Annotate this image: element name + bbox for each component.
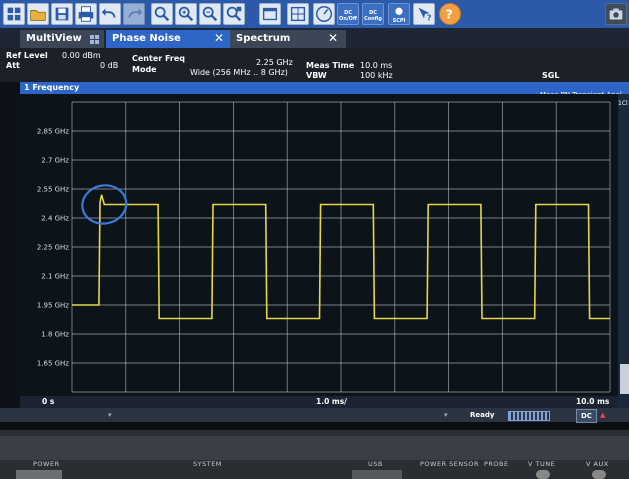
help-pointer-icon[interactable]: ? (413, 3, 435, 25)
ref-level-label: Ref Level (6, 51, 48, 60)
measurement-info-bar: Ref Level 0.00 dBm Att 0 dB Center Freq … (0, 48, 629, 82)
dc-config-icon[interactable]: DC Config (362, 3, 384, 25)
y-tick-label: 2.1 GHz (41, 273, 69, 281)
mode-label: Mode (132, 65, 157, 74)
trace-marker: 1Cl (618, 100, 628, 107)
close-icon[interactable]: ✕ (212, 31, 226, 45)
measure-icon[interactable] (313, 3, 335, 25)
v-tune-connector (536, 470, 550, 479)
usb-ports (352, 470, 402, 479)
undo-icon[interactable] (99, 3, 121, 25)
center-freq-value: 2.25 GHz (256, 58, 293, 67)
print-icon[interactable] (75, 3, 97, 25)
dc-badge: DC (576, 409, 597, 423)
power-sensor-label: POWER SENSOR (420, 460, 480, 468)
close-icon[interactable]: ✕ (326, 31, 340, 45)
frequency-plot[interactable]: 2.85 GHz 2.7 GHz 2.55 GHz 2.4 GHz 2.25 GHz 2.… (20, 94, 618, 408)
tab-label: Spectrum (236, 33, 291, 44)
help-icon[interactable]: ? (439, 3, 461, 25)
tab-label: MultiView (26, 33, 82, 44)
probe-label: PROBE (484, 460, 509, 468)
y-tick-label: 1.8 GHz (41, 331, 69, 339)
usb-label: USB (368, 460, 383, 468)
zoom-icon[interactable] (151, 3, 173, 25)
scpi-icon[interactable]: SCPI (388, 3, 410, 25)
maximize-icon[interactable] (259, 3, 281, 25)
save-icon[interactable] (51, 3, 73, 25)
y-tick-label: 1.65 GHz (37, 360, 69, 368)
toolbar: DC On/Off DC Config SCPI ? ? (0, 0, 629, 28)
x-axis-division: 1.0 ms/ (316, 397, 347, 406)
bezel-panel (0, 436, 629, 460)
redo-icon[interactable] (123, 3, 145, 25)
dc-onoff-icon[interactable]: DC On/Off (337, 3, 359, 25)
y-tick-label: 1.95 GHz (37, 302, 69, 310)
y-tick-label: 2.7 GHz (41, 157, 69, 165)
v-aux-label: V AUX (586, 460, 609, 468)
tab-row: MultiView Phase Noise ✕ Spectrum ✕ (0, 28, 629, 48)
v-tune-label: V TUNE (528, 460, 556, 468)
warning-icon: ▲ (600, 411, 606, 419)
x-axis-stop: 10.0 ms (576, 397, 610, 406)
y-tick-label: 2.85 GHz (37, 128, 69, 136)
y-tick-label: 2.25 GHz (37, 244, 69, 252)
att-value: 0 dB (100, 61, 119, 70)
y-tick-label: 2.4 GHz (41, 215, 69, 223)
svg-text:?: ? (445, 7, 452, 22)
meas-time-value: 10.0 ms (360, 61, 393, 70)
status-bar: ▾ ▾ Ready DC ▲ (0, 408, 629, 423)
system-label: SYSTEM (193, 460, 222, 468)
x-axis-start: 0 s (42, 397, 55, 406)
multi-zoom-icon[interactable] (175, 3, 197, 25)
status-ready: Ready (470, 411, 495, 419)
window-title: 1 Frequency (24, 83, 80, 92)
x-axis-bar: 0 s 1.0 ms/ 10.0 ms (20, 396, 618, 408)
zoom-out-icon[interactable] (199, 3, 221, 25)
window-layout-icon[interactable] (287, 3, 309, 25)
ref-level-value: 0.00 dBm (62, 51, 101, 60)
meas-time-label: Meas Time (306, 61, 355, 70)
center-freq-label: Center Freq (132, 54, 186, 63)
chevron-down-icon[interactable]: ▾ (444, 408, 448, 422)
att-label: Att (6, 61, 20, 70)
instrument-screen: DC On/Off DC Config SCPI ? ? MultiView Pha… (0, 0, 629, 430)
window-header[interactable]: 1 Frequency Meas PN Transient Anal (20, 82, 629, 99)
power-button[interactable] (16, 470, 62, 479)
y-tick-label: 2.55 GHz (37, 186, 69, 194)
vbw-label: VBW (306, 71, 327, 80)
sgl-label: SGL (542, 71, 560, 80)
left-margin (0, 82, 20, 412)
open-folder-icon[interactable] (27, 3, 49, 25)
tab-multiview[interactable]: MultiView (20, 30, 104, 48)
side-button[interactable] (620, 364, 629, 394)
tab-label: Phase Noise (112, 33, 181, 44)
split-view-icon[interactable] (223, 3, 245, 25)
power-label: POWER (33, 460, 60, 468)
vbw-value: 100 kHz (360, 71, 393, 80)
mode-value: Wide (256 MHz .. 8 GHz) (190, 68, 288, 77)
svg-text:?: ? (427, 12, 432, 22)
chart-svg: 2.85 GHz 2.7 GHz 2.55 GHz 2.4 GHz 2.25 GHz 2.… (37, 101, 611, 393)
right-softkey-strip: 1Cl (618, 94, 629, 408)
camera-icon[interactable] (605, 3, 627, 25)
chevron-down-icon[interactable]: ▾ (108, 408, 112, 422)
instrument-bezel: POWER SYSTEM USB POWER SENSOR PROBE V TU… (0, 430, 629, 479)
grid-icon (90, 34, 100, 44)
windows-icon[interactable] (3, 3, 25, 25)
progress-indicator (508, 411, 550, 421)
v-aux-connector (592, 470, 606, 479)
